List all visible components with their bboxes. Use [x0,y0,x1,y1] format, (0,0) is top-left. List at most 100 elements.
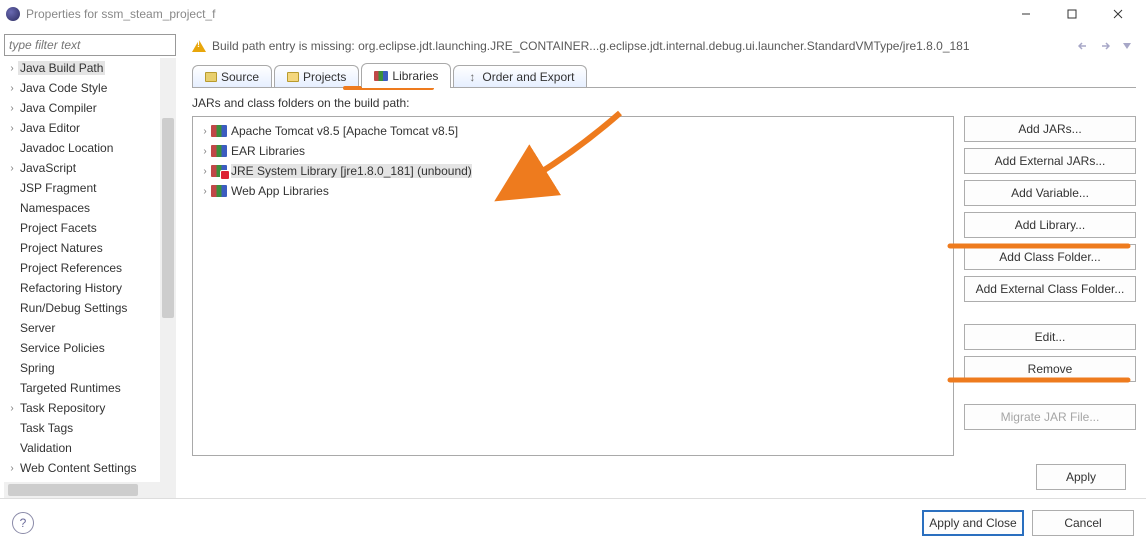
libraries-tree[interactable]: › Apache Tomcat v8.5 [Apache Tomcat v8.5]… [192,116,954,456]
sidebar-item[interactable]: Server [4,318,176,338]
sidebar-item[interactable]: Project Facets [4,218,176,238]
chevron-right-icon: › [6,463,18,474]
chevron-right-icon: › [199,186,211,197]
sidebar-item[interactable]: ›Java Code Style [4,78,176,98]
minimize-button[interactable] [1004,1,1048,27]
tab-libraries[interactable]: Libraries [361,63,451,87]
sidebar-item[interactable]: Run/Debug Settings [4,298,176,318]
library-item[interactable]: › Apache Tomcat v8.5 [Apache Tomcat v8.5] [199,121,953,141]
sidebar-item-label: Project Natures [18,241,105,255]
sidebar-item[interactable]: Project References [4,258,176,278]
sidebar-item[interactable]: Service Policies [4,338,176,358]
sidebar-item[interactable]: Namespaces [4,198,176,218]
library-label: JRE System Library [jre1.8.0_181] (unbou… [231,164,472,178]
sidebar-item[interactable]: Targeted Runtimes [4,378,176,398]
tab-label: Projects [303,70,346,84]
migrate-jar-button[interactable]: Migrate JAR File... [964,404,1136,430]
sidebar-item-label: Java Compiler [18,101,99,115]
tab-label: Libraries [392,69,438,83]
sidebar-item-label: Validation [18,441,74,455]
sidebar-item[interactable]: ›JavaScript [4,158,176,178]
chevron-right-icon: › [6,403,18,414]
chevron-right-icon: › [6,83,18,94]
sidebar-item[interactable]: JSP Fragment [4,178,176,198]
footer: ? Apply and Close Cancel [0,498,1146,546]
sidebar-item-label: JavaScript [18,161,78,175]
library-item[interactable]: ›EAR Libraries [199,141,953,161]
warning-text: Build path entry is missing: org.eclipse… [212,39,970,53]
sidebar-item-label: Run/Debug Settings [18,301,129,315]
sidebar-item-label: Task Repository [18,401,107,415]
window-title: Properties for ssm_steam_project_f [26,7,1004,21]
source-folder-icon [205,72,217,82]
add-external-jars-button[interactable]: Add External JARs... [964,148,1136,174]
library-label: Web App Libraries [231,184,329,198]
libs-heading: JARs and class folders on the build path… [192,96,1136,110]
tab-projects[interactable]: Projects [274,65,359,87]
sidebar-item[interactable]: Spring [4,358,176,378]
filter-input[interactable] [4,34,176,56]
add-variable-button[interactable]: Add Variable... [964,180,1136,206]
sidebar-item[interactable]: Task Tags [4,418,176,438]
help-icon[interactable]: ? [12,512,34,534]
cancel-button[interactable]: Cancel [1032,510,1134,536]
library-item[interactable]: › Web App Libraries [199,181,953,201]
tab-label: Source [221,70,259,84]
nav-back-icon[interactable] [1074,38,1092,54]
library-icon [211,185,227,197]
library-icon [211,165,227,177]
maximize-button[interactable] [1050,1,1094,27]
tab-source[interactable]: Source [192,65,272,87]
tab-order-and-export[interactable]: ↕Order and Export [453,65,587,87]
sidebar-item-label: Refactoring History [18,281,124,295]
sidebar-item[interactable]: ›Java Build Path [4,58,176,78]
apply-button[interactable]: Apply [1036,464,1126,490]
sidebar-item[interactable]: Javadoc Location [4,138,176,158]
chevron-right-icon: › [6,163,18,174]
app-icon [6,7,20,21]
library-icon [374,71,388,81]
category-tree[interactable]: ›Java Build Path›Java Code Style›Java Co… [4,58,176,482]
library-icon [211,125,227,137]
chevron-right-icon: › [199,146,211,157]
sidebar-item-label: Project References [18,261,124,275]
sidebar-item[interactable]: Refactoring History [4,278,176,298]
sidebar-scrollbar[interactable] [160,58,176,482]
remove-button[interactable]: Remove [964,356,1136,382]
sidebar-item[interactable]: ›Web Content Settings [4,458,176,478]
sidebar-item[interactable]: ›Java Compiler [4,98,176,118]
library-label: Apache Tomcat v8.5 [Apache Tomcat v8.5] [231,124,458,138]
sidebar-item-label: Java Build Path [18,61,105,75]
sidebar-item[interactable]: ›Java Editor [4,118,176,138]
warning-row: Build path entry is missing: org.eclipse… [192,34,1136,58]
tab-label: Order and Export [482,70,574,84]
nav-menu-icon[interactable] [1118,38,1136,54]
sidebar-hscroll[interactable] [4,482,176,498]
close-button[interactable] [1096,1,1140,27]
sidebar: ›Java Build Path›Java Code Style›Java Co… [0,28,180,498]
sidebar-item-label: Web Content Settings [18,461,139,475]
sidebar-item[interactable]: Project Natures [4,238,176,258]
sidebar-item-label: Server [18,321,57,335]
sidebar-item-label: Task Tags [18,421,75,435]
apply-and-close-button[interactable]: Apply and Close [922,510,1024,536]
sidebar-item-label: Java Code Style [18,81,109,95]
chevron-right-icon: › [6,103,18,114]
add-class-folder-button[interactable]: Add Class Folder... [964,244,1136,270]
add-jars-button[interactable]: Add JARs... [964,116,1136,142]
chevron-right-icon: › [199,126,211,137]
sidebar-item[interactable]: ›Task Repository [4,398,176,418]
content-pane: Build path entry is missing: org.eclipse… [180,28,1146,498]
library-item[interactable]: ›JRE System Library [jre1.8.0_181] (unbo… [199,161,953,181]
edit-button[interactable]: Edit... [964,324,1136,350]
title-bar: Properties for ssm_steam_project_f [0,0,1146,28]
chevron-right-icon: › [6,63,18,74]
sidebar-item-label: JSP Fragment [18,181,98,195]
add-library-button[interactable]: Add Library... [964,212,1136,238]
sidebar-item-label: Java Editor [18,121,82,135]
sidebar-item[interactable]: Validation [4,438,176,458]
add-external-class-folder-button[interactable]: Add External Class Folder... [964,276,1136,302]
nav-forward-icon[interactable] [1096,38,1114,54]
projects-icon [287,72,299,82]
buttons-column: Add JARs... Add External JARs... Add Var… [964,116,1136,456]
